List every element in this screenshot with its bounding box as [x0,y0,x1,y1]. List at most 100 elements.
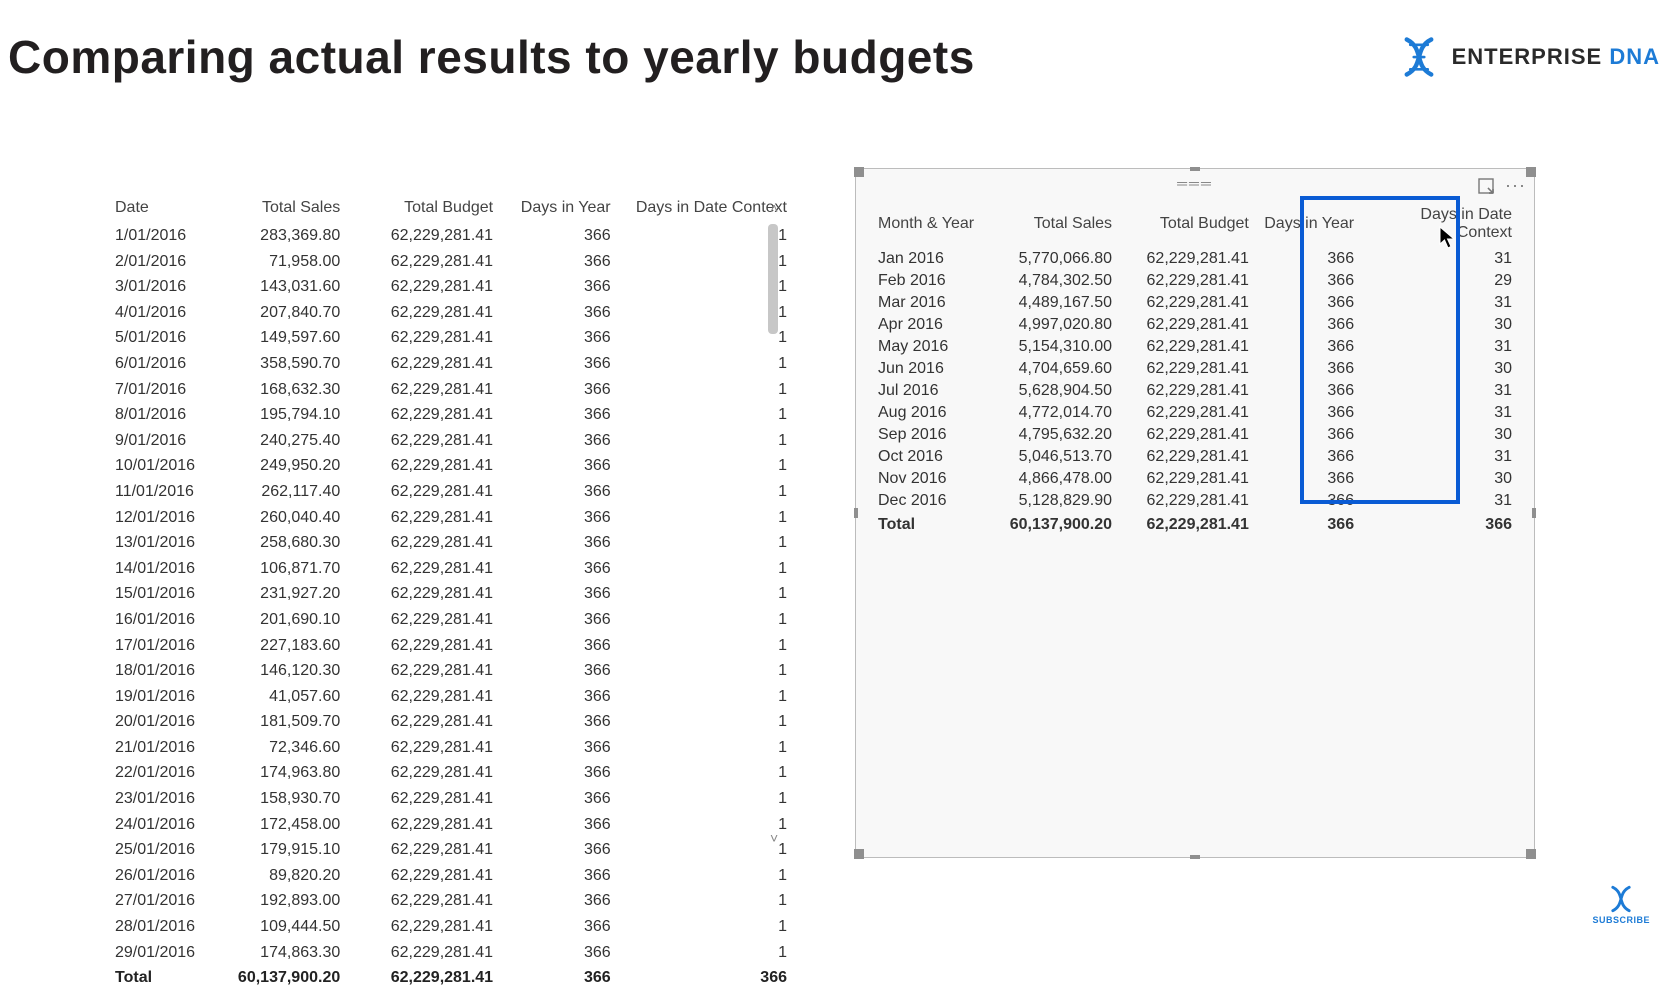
total-budget: 62,229,281.41 [1118,512,1255,536]
table-row[interactable]: 15/01/2016231,927.2062,229,281.413661 [113,581,793,607]
scrollbar-track[interactable] [768,224,778,824]
table-row[interactable]: Jan 20165,770,066.8062,229,281.4136631 [876,248,1518,270]
table-row[interactable]: 23/01/2016158,930.7062,229,281.413661 [113,786,793,812]
table-row[interactable]: 20/01/2016181,509.7062,229,281.413661 [113,709,793,735]
cell-date: 5/01/2016 [113,325,217,351]
table-row[interactable]: 21/01/201672,346.6062,229,281.413661 [113,735,793,761]
subscribe-badge[interactable]: SUBSCRIBE [1592,885,1650,925]
table-row[interactable]: 7/01/2016168,632.3062,229,281.413661 [113,377,793,403]
resize-handle-sw[interactable] [854,849,864,859]
focus-mode-icon[interactable] [1477,177,1495,195]
cell-days-in-date-context: 1 [617,940,793,966]
cell-days-in-year: 366 [499,940,617,966]
table-row[interactable]: 3/01/2016143,031.6062,229,281.413661 [113,274,793,300]
table-row[interactable]: 6/01/2016358,590.7062,229,281.413661 [113,351,793,377]
table-row[interactable]: 14/01/2016106,871.7062,229,281.413661 [113,556,793,582]
cell-days-in-date-context: 1 [617,479,793,505]
col-total-budget[interactable]: Total Budget [346,195,499,223]
col-total-budget[interactable]: Total Budget [1118,203,1255,248]
cell-total-budget: 62,229,281.41 [346,940,499,966]
col-date[interactable]: Date [113,195,217,223]
cell-total-budget: 62,229,281.41 [346,223,499,249]
table-row[interactable]: 4/01/2016207,840.7062,229,281.413661 [113,300,793,326]
table-row[interactable]: May 20165,154,310.0062,229,281.4136631 [876,336,1518,358]
cell-total-budget: 62,229,281.41 [346,402,499,428]
table-row[interactable]: 25/01/2016179,915.1062,229,281.413661 [113,837,793,863]
resize-handle-w[interactable] [854,508,858,518]
cell-date: 12/01/2016 [113,505,217,531]
cell-total-sales: 106,871.70 [217,556,347,582]
col-month-year[interactable]: Month & Year [876,203,992,248]
table-row[interactable]: 8/01/2016195,794.1062,229,281.413661 [113,402,793,428]
table-row[interactable]: 2/01/201671,958.0062,229,281.413661 [113,249,793,275]
resize-handle-n[interactable] [1190,167,1200,171]
monthly-visual-container[interactable]: ═══ ··· Month & Year Total Sales Total B… [855,168,1535,858]
resize-handle-se[interactable] [1526,849,1536,859]
resize-handle-e[interactable] [1532,508,1536,518]
table-row[interactable]: Dec 20165,128,829.9062,229,281.4136631 [876,490,1518,512]
col-days-in-year[interactable]: Days in Year [499,195,617,223]
table-row[interactable]: Feb 20164,784,302.5062,229,281.4136629 [876,270,1518,292]
table-row[interactable]: 27/01/2016192,893.0062,229,281.413661 [113,888,793,914]
table-row[interactable]: Apr 20164,997,020.8062,229,281.4136630 [876,314,1518,336]
cell-days-in-year: 366 [499,914,617,940]
table-row[interactable]: 29/01/2016174,863.3062,229,281.413661 [113,940,793,966]
cell-days-in-year: 366 [499,300,617,326]
table-row[interactable]: Jun 20164,704,659.6062,229,281.4136630 [876,358,1518,380]
cell-total-sales: 260,040.40 [217,505,347,531]
scroll-up-icon[interactable]: ˄ [770,200,778,216]
resize-handle-ne[interactable] [1526,167,1536,177]
resize-handle-nw[interactable] [854,167,864,177]
table-row[interactable]: 5/01/2016149,597.6062,229,281.413661 [113,325,793,351]
table-row[interactable]: 12/01/2016260,040.4062,229,281.413661 [113,505,793,531]
table-row[interactable]: 26/01/201689,820.2062,229,281.413661 [113,863,793,889]
table-row[interactable]: 17/01/2016227,183.6062,229,281.413661 [113,633,793,659]
cell-total-sales: 5,128,829.90 [992,490,1118,512]
cell-days-in-date-context: 31 [1360,380,1518,402]
table-header-row[interactable]: Month & Year Total Sales Total Budget Da… [876,203,1518,248]
more-options-icon[interactable]: ··· [1505,175,1526,196]
table-row[interactable]: 1/01/2016283,369.8062,229,281.413661 [113,223,793,249]
col-total-sales[interactable]: Total Sales [992,203,1118,248]
total-label: Total [113,965,217,989]
table-row[interactable]: 9/01/2016240,275.4062,229,281.413661 [113,428,793,454]
scroll-down-icon[interactable]: ˅ [770,830,778,846]
table-row[interactable]: 10/01/2016249,950.2062,229,281.413661 [113,453,793,479]
monthly-table-grid[interactable]: Month & Year Total Sales Total Budget Da… [876,203,1518,536]
cell-days-in-date-context: 1 [617,377,793,403]
cell-days-in-year: 366 [499,377,617,403]
table-row[interactable]: Aug 20164,772,014.7062,229,281.4136631 [876,402,1518,424]
table-row[interactable]: Jul 20165,628,904.5062,229,281.4136631 [876,380,1518,402]
cell-total-sales: 41,057.60 [217,684,347,710]
col-days-in-year[interactable]: Days in Year [1255,203,1360,248]
table-row[interactable]: 22/01/2016174,963.8062,229,281.413661 [113,760,793,786]
col-total-sales[interactable]: Total Sales [217,195,347,223]
table-row[interactable]: 18/01/2016146,120.3062,229,281.413661 [113,658,793,684]
scrollbar-thumb[interactable] [768,224,778,334]
cell-total-sales: 5,770,066.80 [992,248,1118,270]
resize-handle-s[interactable] [1190,855,1200,859]
cell-total-budget: 62,229,281.41 [346,735,499,761]
table-row[interactable]: Sep 20164,795,632.2062,229,281.4136630 [876,424,1518,446]
cell-days-in-date-context: 30 [1360,468,1518,490]
table-row[interactable]: Oct 20165,046,513.7062,229,281.4136631 [876,446,1518,468]
table-row[interactable]: Mar 20164,489,167.5062,229,281.4136631 [876,292,1518,314]
table-row[interactable]: 13/01/2016258,680.3062,229,281.413661 [113,530,793,556]
cell-days-in-year: 366 [1255,270,1360,292]
visual-toolbar: ··· [1477,175,1526,196]
cell-total-sales: 4,997,020.80 [992,314,1118,336]
table-header-row[interactable]: Date Total Sales Total Budget Days in Ye… [113,195,793,223]
drag-handle-icon[interactable]: ═══ [1177,175,1213,191]
table-row[interactable]: 19/01/201641,057.6062,229,281.413661 [113,684,793,710]
col-days-in-date-context[interactable]: Days in Date Context [617,195,793,223]
dna-icon [1398,36,1440,78]
table-row[interactable]: 11/01/2016262,117.4062,229,281.413661 [113,479,793,505]
table-row[interactable]: 28/01/2016109,444.5062,229,281.413661 [113,914,793,940]
daily-table-grid[interactable]: Date Total Sales Total Budget Days in Ye… [113,195,793,989]
cell-days-in-date-context: 1 [617,300,793,326]
cell-date: 6/01/2016 [113,351,217,377]
table-row[interactable]: 24/01/2016172,458.0062,229,281.413661 [113,812,793,838]
header: Comparing actual results to yearly budge… [8,30,1660,84]
table-row[interactable]: Nov 20164,866,478.0062,229,281.4136630 [876,468,1518,490]
table-row[interactable]: 16/01/2016201,690.1062,229,281.413661 [113,607,793,633]
